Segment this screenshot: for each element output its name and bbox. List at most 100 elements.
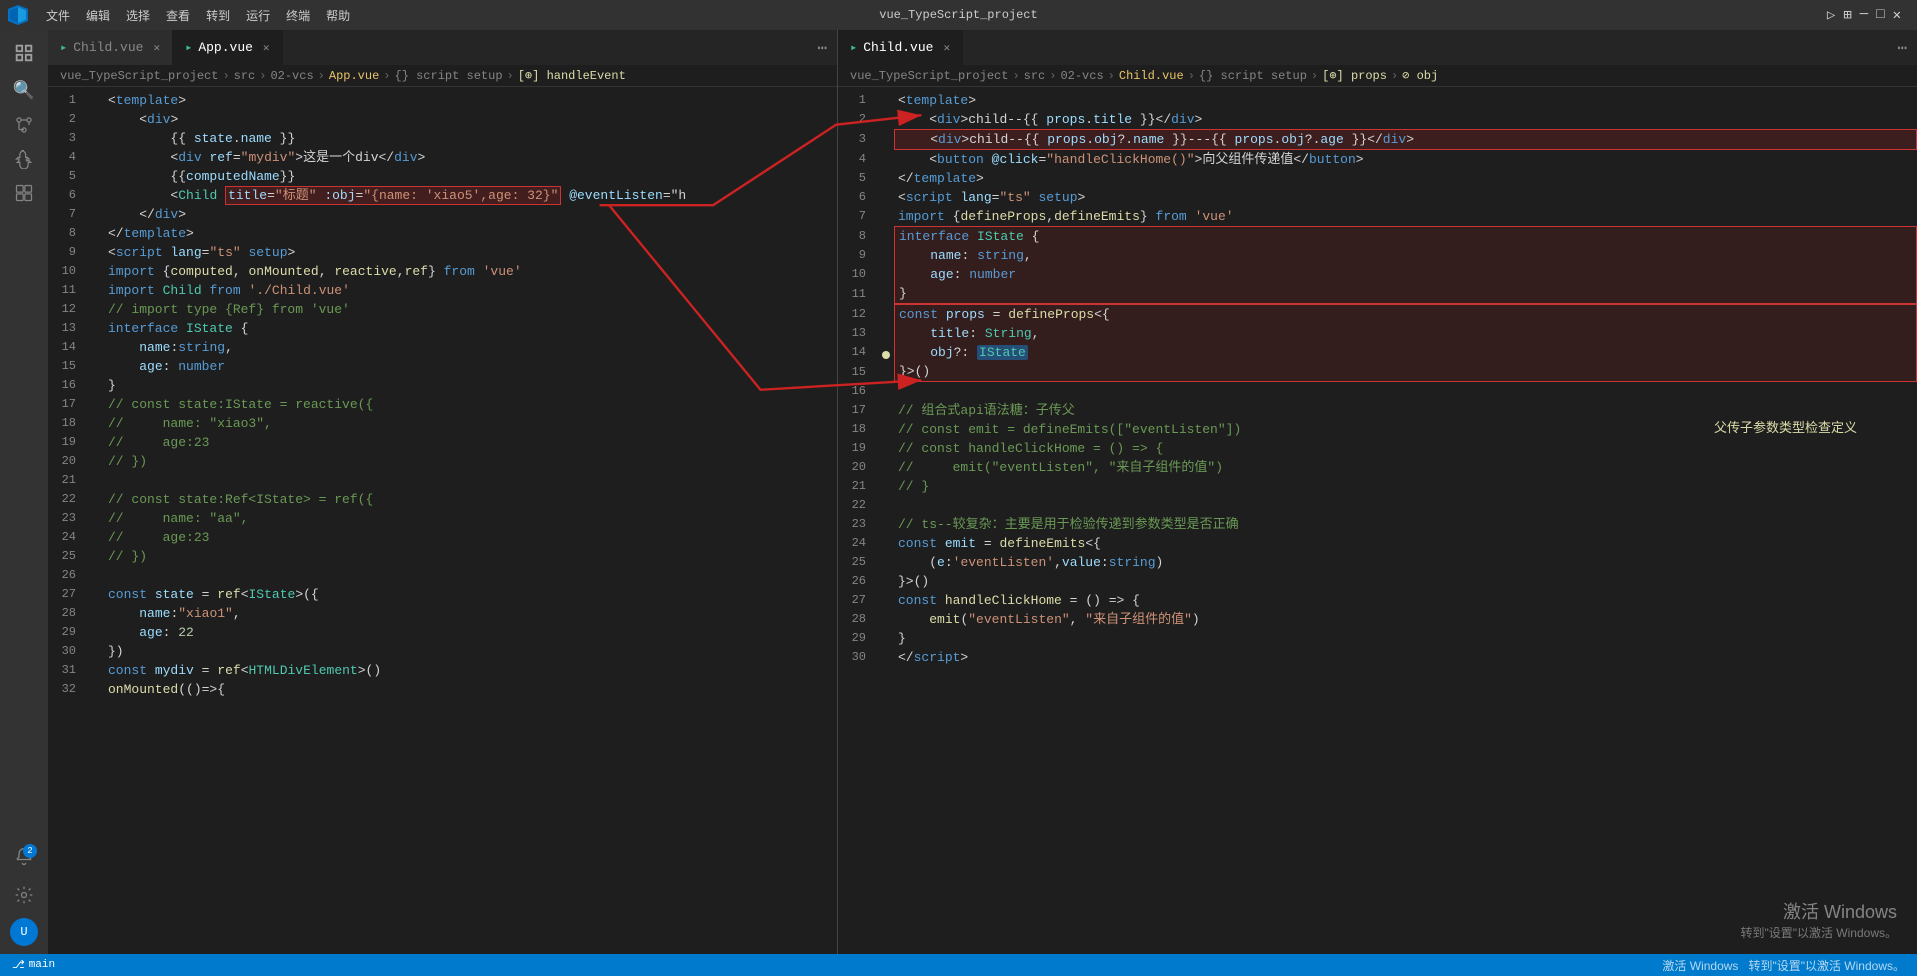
code-line-24: 24 // age:23 — [48, 528, 837, 547]
r-code-line-29: 29 } — [838, 629, 1917, 648]
menu-bar: 文件 编辑 选择 查看 转到 运行 终端 帮助 vue_TypeScript_p… — [0, 0, 1917, 30]
code-line-14: 14 name:string, — [48, 338, 837, 357]
r-code-line-10: 10 age: number — [838, 265, 1917, 284]
vue-icon-2: ▸ — [185, 40, 192, 55]
menu-view[interactable]: 查看 — [160, 7, 196, 24]
left-tab-app[interactable]: ▸ App.vue ✕ — [173, 30, 282, 65]
r-code-line-8: 8 interface IState { — [838, 226, 1917, 246]
menu-terminal[interactable]: 终端 — [280, 7, 316, 24]
code-line-16: 16 } — [48, 376, 837, 395]
code-line-22: 22 // const state:Ref<IState> = ref({ — [48, 490, 837, 509]
right-breadcrumb: vue_TypeScript_project › src › 02-vcs › … — [838, 65, 1917, 87]
code-lines-right: 1 <template> 2 <div>child--{{ props.titl… — [838, 87, 1917, 671]
r-code-line-1: 1 <template> — [838, 91, 1917, 110]
code-line-23: 23 // name: "aa", — [48, 509, 837, 528]
r-code-line-16: 16 — [838, 382, 1917, 401]
status-bar: ⎇ main 激活 Windows 转到"设置"以激活 Windows。 — [0, 954, 1917, 976]
left-breadcrumb: vue_TypeScript_project › src › 02-vcs › … — [48, 65, 837, 87]
r-code-line-24: 24 const emit = defineEmits<{ — [838, 534, 1917, 553]
code-line-32: 32 onMounted(()=>{ — [48, 680, 837, 699]
r-code-line-28: 28 emit("eventListen", "来自子组件的值") — [838, 610, 1917, 629]
avatar[interactable]: U — [10, 918, 38, 946]
more-actions-right[interactable]: ⋯ — [1887, 38, 1917, 58]
code-line-13: 13 interface IState { — [48, 319, 837, 338]
r-code-line-19: 19 // const handleClickHome = () => { — [838, 439, 1917, 458]
vue-icon-3: ▸ — [850, 40, 857, 55]
notification-badge[interactable]: 2 — [9, 842, 39, 872]
menu-goto[interactable]: 转到 — [200, 7, 236, 24]
r-code-line-26: 26 }>() — [838, 572, 1917, 591]
right-tab-child[interactable]: ▸ Child.vue ✕ — [838, 30, 963, 65]
left-tab-child[interactable]: ▸ Child.vue ✕ — [48, 30, 173, 65]
r-code-line-27: 27 const handleClickHome = () => { — [838, 591, 1917, 610]
menu-edit[interactable]: 编辑 — [80, 7, 116, 24]
code-line-31: 31 const mydiv = ref<HTMLDivElement>() — [48, 661, 837, 680]
min-icon[interactable]: ─ — [1860, 7, 1868, 24]
r-code-line-3: 3 <div>child--{{ props.obj?.name }}---{{… — [838, 129, 1917, 150]
r-code-line-12: 12 const props = defineProps<{ — [838, 304, 1917, 324]
code-line-4: 4 <div ref="mydiv">这是一个div</div> — [48, 148, 837, 167]
code-line-10: 10 import {computed, onMounted, reactive… — [48, 262, 837, 281]
r-code-line-21: 21 // } — [838, 477, 1917, 496]
r-code-line-7: 7 import {defineProps,defineEmits} from … — [838, 207, 1917, 226]
code-line-18: 18 // name: "xiao3", — [48, 414, 837, 433]
run-icon[interactable]: ▷ — [1827, 7, 1835, 24]
max-icon[interactable]: □ — [1876, 7, 1884, 24]
r-code-line-9: 9 name: string, — [838, 246, 1917, 265]
menu-file[interactable]: 文件 — [40, 7, 76, 24]
right-editor-tabs: ▸ Child.vue ✕ ⋯ — [838, 30, 1917, 65]
left-tab-app-close[interactable]: ✕ — [263, 41, 270, 55]
code-line-25: 25 // }) — [48, 547, 837, 566]
activity-settings[interactable] — [9, 880, 39, 910]
r-code-line-15: 15 }>() — [838, 362, 1917, 382]
right-tab-child-label: Child.vue — [863, 40, 933, 55]
r-code-line-22: 22 — [838, 496, 1917, 515]
activity-extensions[interactable] — [9, 178, 39, 208]
r-code-line-6: 6 <script lang="ts" setup> — [838, 188, 1917, 207]
code-lines-left: 1 <template> 2 <div> 3 — [48, 87, 837, 703]
r-code-line-20: 20 // emit("eventListen", "来自子组件的值") — [838, 458, 1917, 477]
r-code-line-13: 13 title: String, — [838, 324, 1917, 343]
r-code-line-23: 23 // ts--较复杂：主要是用于检验传递到参数类型是否正确 — [838, 515, 1917, 534]
annotation-label: 父传子参数类型检查定义 — [1714, 417, 1857, 436]
app-icon — [8, 5, 28, 25]
code-line-9: 9 <script lang="ts" setup> — [48, 243, 837, 262]
left-editor-pane: ▸ Child.vue ✕ ▸ App.vue ✕ ⋯ vue_TypeScri… — [48, 30, 838, 954]
split-icon[interactable]: ⊞ — [1843, 7, 1851, 24]
code-line-3: 3 {{ state.name }} — [48, 129, 837, 148]
activity-search[interactable]: 🔍 — [9, 76, 39, 106]
left-editor-tabs: ▸ Child.vue ✕ ▸ App.vue ✕ ⋯ — [48, 30, 837, 65]
activity-debug[interactable] — [9, 144, 39, 174]
code-line-19: 19 // age:23 — [48, 433, 837, 452]
code-line-2: 2 <div> — [48, 110, 837, 129]
more-actions-left[interactable]: ⋯ — [807, 38, 837, 58]
title-text: vue_TypeScript_project — [879, 8, 1037, 22]
windows-activate-text: 激活 Windows 转到"设置"以激活 Windows。 — [1662, 957, 1905, 974]
code-line-17: 17 // const state:IState = reactive({ — [48, 395, 837, 414]
code-line-20: 20 // }) — [48, 452, 837, 471]
code-line-1: 1 <template> — [48, 91, 837, 110]
code-line-12: 12 // import type {Ref} from 'vue' — [48, 300, 837, 319]
activity-bar: 🔍 2 U — [0, 30, 48, 954]
app-container: 文件 编辑 选择 查看 转到 运行 终端 帮助 vue_TypeScript_p… — [0, 0, 1917, 976]
code-line-5: 5 {{computedName}} — [48, 167, 837, 186]
activity-git[interactable] — [9, 110, 39, 140]
menu-select[interactable]: 选择 — [120, 7, 156, 24]
close-icon[interactable]: ✕ — [1893, 7, 1901, 24]
left-tab-app-label: App.vue — [198, 40, 253, 55]
code-line-29: 29 age: 22 — [48, 623, 837, 642]
code-line-7: 7 </div> — [48, 205, 837, 224]
code-line-15: 15 age: number — [48, 357, 837, 376]
left-tab-child-label: Child.vue — [73, 40, 143, 55]
r-code-line-11: 11 } — [838, 284, 1917, 304]
right-tab-child-close[interactable]: ✕ — [943, 41, 950, 55]
left-tab-child-close[interactable]: ✕ — [153, 41, 160, 55]
menu-help[interactable]: 帮助 — [320, 7, 356, 24]
r-code-line-25: 25 (e:'eventListen',value:string) — [838, 553, 1917, 572]
activity-explorer[interactable] — [9, 38, 39, 68]
left-code-area: 1 <template> 2 <div> 3 — [48, 87, 837, 954]
menu-run[interactable]: 运行 — [240, 7, 276, 24]
vue-icon-1: ▸ — [60, 40, 67, 55]
r-code-line-30: 30 </script> — [838, 648, 1917, 667]
r-code-line-2: 2 <div>child--{{ props.title }}</div> — [838, 110, 1917, 129]
